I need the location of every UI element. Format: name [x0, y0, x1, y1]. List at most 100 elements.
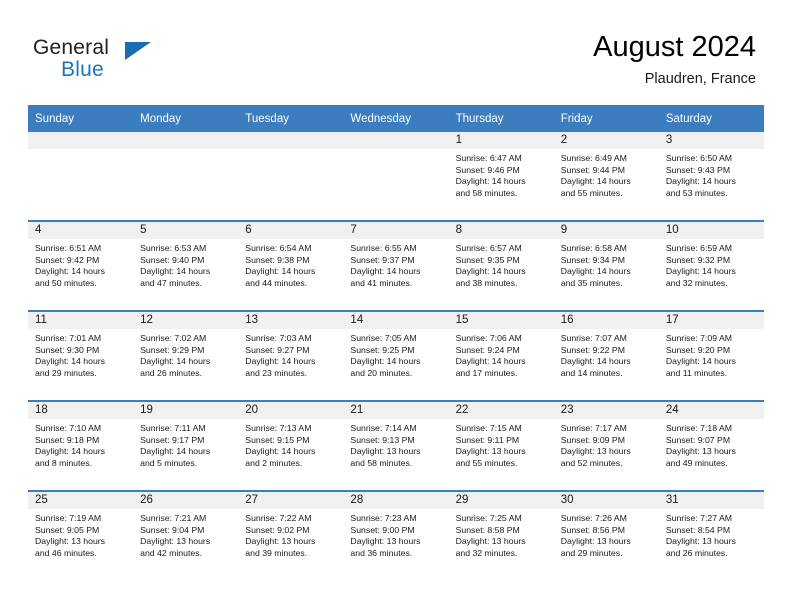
calendar-day-cell[interactable]: 9 Sunrise: 6:58 AM Sunset: 9:34 PM Daylight…: [553, 220, 659, 311]
calendar-day-cell[interactable]: 2 Sunrise: 6:49 AM Sunset: 9:44 PM Daylight…: [553, 132, 659, 221]
day-cell-inner: 4 Sunrise: 6:51 AM Sunset: 9:42 PM Daylight…: [28, 222, 134, 310]
calendar-day-cell[interactable]: 1 Sunrise: 6:47 AM Sunset: 9:46 PM Daylight…: [448, 132, 554, 221]
calendar-day-cell[interactable]: 4 Sunrise: 6:51 AM Sunset: 9:42 PM Daylight…: [28, 220, 134, 311]
day-number: 11: [28, 312, 134, 329]
sunrise-text: Sunrise: 7:21 AM: [140, 513, 207, 523]
day-cell-inner: 13 Sunrise: 7:03 AM Sunset: 9:27 PM Dayligh…: [238, 312, 344, 400]
calendar-day-cell[interactable]: 18 Sunrise: 7:10 AM Sunset: 9:18 PM Dayligh…: [28, 400, 134, 491]
day-cell-details: Sunrise: 7:11 AM Sunset: 9:17 PM Daylight:…: [133, 419, 238, 469]
sunset-text: Sunset: 9:44 PM: [560, 164, 625, 175]
daylight-text: and 38 minutes.: [455, 277, 518, 288]
daylight-text: and 5 minutes.: [140, 457, 198, 468]
day-cell-details: Sunrise: 7:14 AM Sunset: 9:13 PM Daylight:…: [343, 419, 448, 469]
day-cell-inner: [343, 132, 449, 220]
daylight-text: Daylight: 14 hours: [245, 446, 316, 457]
day-number: 27: [238, 492, 344, 509]
day-cell-details: Sunrise: 6:57 AM Sunset: 9:35 PM Daylight:…: [449, 239, 554, 289]
day-cell-details: Sunrise: 7:09 AM Sunset: 9:20 PM Daylight:…: [659, 329, 764, 379]
day-cell-details: Sunrise: 7:27 AM Sunset: 8:54 PM Daylight:…: [659, 509, 764, 559]
sunrise-text: Sunrise: 6:55 AM: [350, 243, 417, 253]
calendar-day-cell[interactable]: 15 Sunrise: 7:06 AM Sunset: 9:24 PM Dayligh…: [448, 310, 554, 401]
calendar-day-cell[interactable]: 31 Sunrise: 7:27 AM Sunset: 8:54 PM Dayligh…: [658, 490, 764, 580]
day-number: 4: [28, 222, 134, 239]
sunrise-text: Sunrise: 6:53 AM: [140, 243, 207, 253]
day-number: 10: [658, 222, 764, 239]
day-cell-details: Sunrise: 7:19 AM Sunset: 9:05 PM Daylight:…: [28, 509, 133, 559]
day-number: 25: [28, 492, 134, 509]
day-cell-details: Sunrise: 6:49 AM Sunset: 9:44 PM Daylight:…: [554, 149, 659, 199]
calendar-day-cell[interactable]: 28 Sunrise: 7:23 AM Sunset: 9:00 PM Dayligh…: [343, 490, 449, 580]
day-cell-inner: 1 Sunrise: 6:47 AM Sunset: 9:46 PM Daylight…: [448, 132, 554, 220]
sunrise-text: Sunrise: 7:27 AM: [665, 513, 733, 523]
day-cell-inner: 31 Sunrise: 7:27 AM Sunset: 8:54 PM Dayligh…: [658, 492, 764, 580]
page-subtitle: Plaudren, France: [644, 71, 756, 87]
calendar-grid: Sunday Monday Tuesday Wednesday Thursday…: [28, 105, 764, 580]
sunset-text: Sunset: 9:11 PM: [455, 434, 520, 445]
day-cell-inner: 25 Sunrise: 7:19 AM Sunset: 9:05 PM Dayligh…: [28, 492, 134, 580]
day-cell-details: Sunrise: 7:03 AM Sunset: 9:27 PM Daylight:…: [238, 329, 343, 379]
calendar-day-cell[interactable]: 25 Sunrise: 7:19 AM Sunset: 9:05 PM Dayligh…: [28, 490, 134, 580]
day-cell-inner: 22 Sunrise: 7:15 AM Sunset: 9:11 PM Dayligh…: [448, 402, 554, 490]
calendar-day-cell[interactable]: 29 Sunrise: 7:25 AM Sunset: 8:58 PM Dayligh…: [448, 490, 554, 580]
sunrise-text: Sunrise: 7:01 AM: [35, 333, 102, 343]
sunset-text: Sunset: 9:04 PM: [140, 524, 205, 535]
daylight-text: Daylight: 13 hours: [350, 446, 421, 457]
calendar-day-cell[interactable]: 5 Sunrise: 6:53 AM Sunset: 9:40 PM Daylight…: [133, 220, 239, 311]
sunset-text: Sunset: 9:15 PM: [245, 434, 310, 445]
page-title: August 2024: [593, 31, 756, 63]
brand-logo[interactable]: General Blue: [33, 36, 193, 88]
sunrise-text: Sunrise: 6:54 AM: [245, 243, 312, 253]
day-cell-inner: 27 Sunrise: 7:22 AM Sunset: 9:02 PM Dayligh…: [238, 492, 344, 580]
sunrise-text: Sunrise: 7:26 AM: [560, 513, 627, 523]
day-number: [133, 132, 239, 149]
calendar-day-cell[interactable]: 30 Sunrise: 7:26 AM Sunset: 8:56 PM Dayligh…: [553, 490, 659, 580]
day-number: 23: [553, 402, 659, 419]
daylight-text: Daylight: 13 hours: [350, 536, 421, 547]
day-cell-inner: [238, 132, 344, 220]
calendar-day-cell[interactable]: 12 Sunrise: 7:02 AM Sunset: 9:29 PM Dayligh…: [133, 310, 239, 401]
calendar-day-cell[interactable]: 13 Sunrise: 7:03 AM Sunset: 9:27 PM Dayligh…: [238, 310, 344, 401]
daylight-text: Daylight: 14 hours: [455, 356, 526, 367]
daylight-text: and 55 minutes.: [560, 187, 623, 198]
day-cell-details: [28, 149, 133, 153]
calendar-day-cell[interactable]: 20 Sunrise: 7:13 AM Sunset: 9:15 PM Dayligh…: [238, 400, 344, 491]
daylight-text: Daylight: 13 hours: [560, 536, 631, 547]
calendar-day-cell[interactable]: 21 Sunrise: 7:14 AM Sunset: 9:13 PM Dayligh…: [343, 400, 449, 491]
day-cell-details: Sunrise: 6:47 AM Sunset: 9:46 PM Daylight:…: [449, 149, 554, 199]
day-cell-inner: 10 Sunrise: 6:59 AM Sunset: 9:32 PM Dayligh…: [658, 222, 764, 310]
calendar-day-cell[interactable]: 10 Sunrise: 6:59 AM Sunset: 9:32 PM Dayligh…: [658, 220, 764, 311]
calendar-day-cell[interactable]: 24 Sunrise: 7:18 AM Sunset: 9:07 PM Dayligh…: [658, 400, 764, 491]
calendar-day-cell[interactable]: 16 Sunrise: 7:07 AM Sunset: 9:22 PM Dayligh…: [553, 310, 659, 401]
calendar-day-cell[interactable]: 6 Sunrise: 6:54 AM Sunset: 9:38 PM Daylight…: [238, 220, 344, 311]
sunrise-text: Sunrise: 7:14 AM: [350, 423, 417, 433]
calendar-day-cell[interactable]: 17 Sunrise: 7:09 AM Sunset: 9:20 PM Dayligh…: [658, 310, 764, 401]
daylight-text: and 58 minutes.: [455, 187, 518, 198]
daylight-text: and 47 minutes.: [140, 277, 202, 288]
calendar-day-cell[interactable]: 19 Sunrise: 7:11 AM Sunset: 9:17 PM Dayligh…: [133, 400, 239, 491]
calendar-day-cell[interactable]: 7 Sunrise: 6:55 AM Sunset: 9:37 PM Daylight…: [343, 220, 449, 311]
daylight-text: and 49 minutes.: [665, 457, 728, 468]
calendar-empty-cell: [133, 132, 239, 221]
sunrise-text: Sunrise: 7:18 AM: [665, 423, 733, 433]
daylight-text: and 23 minutes.: [245, 367, 308, 378]
calendar-day-cell[interactable]: 26 Sunrise: 7:21 AM Sunset: 9:04 PM Dayligh…: [133, 490, 239, 580]
day-number: 26: [133, 492, 239, 509]
calendar-day-cell[interactable]: 27 Sunrise: 7:22 AM Sunset: 9:02 PM Dayligh…: [238, 490, 344, 580]
calendar-day-cell[interactable]: 3 Sunrise: 6:50 AM Sunset: 9:43 PM Daylight…: [658, 132, 764, 221]
calendar-empty-cell: [28, 132, 134, 221]
day-number: 21: [343, 402, 449, 419]
calendar-day-cell[interactable]: 23 Sunrise: 7:17 AM Sunset: 9:09 PM Dayligh…: [553, 400, 659, 491]
daylight-text: Daylight: 13 hours: [665, 536, 736, 547]
daylight-text: and 29 minutes.: [560, 547, 623, 558]
daylight-text: Daylight: 14 hours: [560, 176, 631, 187]
calendar-day-cell[interactable]: 8 Sunrise: 6:57 AM Sunset: 9:35 PM Daylight…: [448, 220, 554, 311]
day-number: 20: [238, 402, 344, 419]
daylight-text: and 35 minutes.: [560, 277, 623, 288]
day-number: 31: [658, 492, 764, 509]
calendar-day-cell[interactable]: 14 Sunrise: 7:05 AM Sunset: 9:25 PM Dayligh…: [343, 310, 449, 401]
sunset-text: Sunset: 9:02 PM: [245, 524, 310, 535]
day-cell-details: Sunrise: 6:58 AM Sunset: 9:34 PM Daylight:…: [554, 239, 659, 289]
daylight-text: Daylight: 14 hours: [665, 356, 736, 367]
calendar-day-cell[interactable]: 11 Sunrise: 7:01 AM Sunset: 9:30 PM Dayligh…: [28, 310, 134, 401]
calendar-day-cell[interactable]: 22 Sunrise: 7:15 AM Sunset: 9:11 PM Dayligh…: [448, 400, 554, 491]
